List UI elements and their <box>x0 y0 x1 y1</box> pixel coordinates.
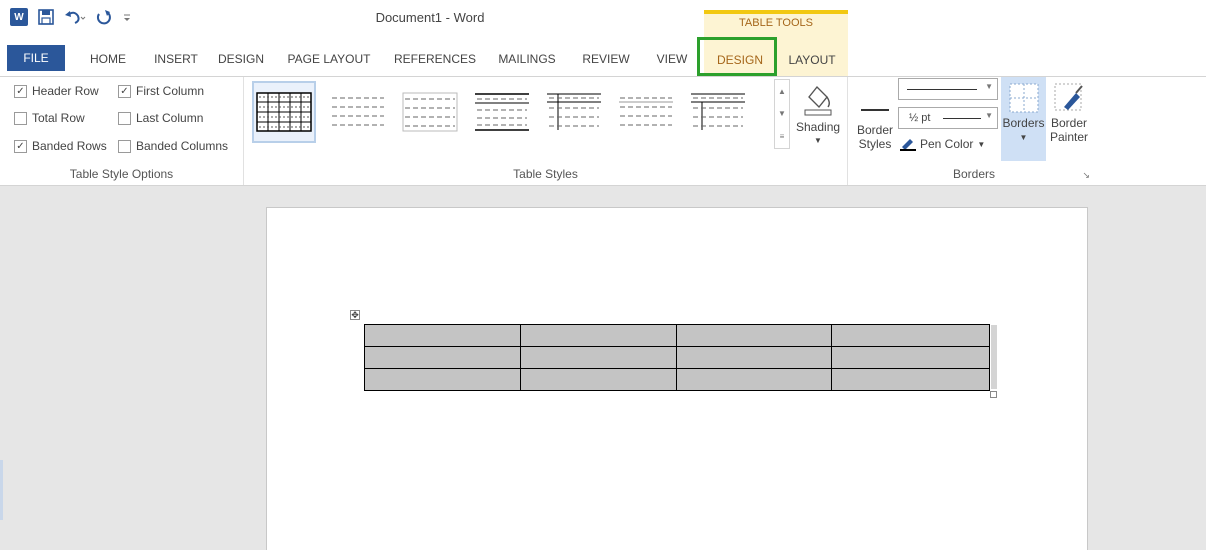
header-row-option[interactable]: ✓ Header Row <box>14 84 99 98</box>
line-style-icon <box>861 89 889 111</box>
table-cell[interactable] <box>519 324 677 347</box>
table-style-dashed-thumb[interactable] <box>614 81 678 143</box>
borders-button[interactable]: Borders ▼ <box>1001 77 1046 161</box>
pen-color-button[interactable]: Pen Color ▼ <box>900 137 985 151</box>
total-row-option[interactable]: Total Row <box>14 111 85 125</box>
tab-page-layout[interactable]: PAGE LAYOUT <box>284 46 374 72</box>
table-cell[interactable] <box>364 368 521 391</box>
borders-label: Borders <box>1002 116 1045 130</box>
banded-columns-option[interactable]: Banded Columns <box>118 139 228 153</box>
line-style-dropdown[interactable]: ▼ <box>898 78 998 100</box>
border-painter-button[interactable]: Border Painter <box>1047 77 1091 161</box>
row-end-marks <box>991 325 997 389</box>
first-column-option[interactable]: ✓ First Column <box>118 84 204 98</box>
scroll-down-icon[interactable]: ▼ <box>778 109 786 118</box>
checkbox-checked-icon[interactable]: ✓ <box>14 139 27 153</box>
option-label: Banded Rows <box>32 139 107 153</box>
table-cell[interactable] <box>675 368 833 391</box>
line-preview <box>907 89 977 90</box>
option-label: Header Row <box>32 84 99 98</box>
tab-references[interactable]: REFERENCES <box>390 46 480 72</box>
left-edge-accent <box>0 460 3 520</box>
tab-design[interactable]: DESIGN <box>213 46 269 72</box>
title-bar: W Document1 - Word TABLE TOOLS <box>0 0 1206 40</box>
table-style-options-group: ✓ Header Row Total Row ✓ Banded Rows ✓ F… <box>0 77 244 185</box>
option-label: Banded Columns <box>136 139 229 153</box>
ribbon-tabs: FILE HOME INSERT DESIGN PAGE LAYOUT REFE… <box>0 40 1206 76</box>
table-cell[interactable] <box>519 346 677 369</box>
table-cell[interactable] <box>831 368 990 391</box>
highlight-box <box>697 37 777 76</box>
group-label: Borders <box>952 167 996 181</box>
tab-insert[interactable]: INSERT <box>148 46 204 72</box>
tab-table-layout[interactable]: LAYOUT <box>776 40 848 76</box>
border-styles-label-2: Styles <box>858 137 892 151</box>
table-style-header-thumb[interactable] <box>470 81 534 143</box>
chevron-down-icon: ▼ <box>1019 133 1028 142</box>
table-style-first-column-thumb[interactable] <box>542 81 606 143</box>
table-style-plain-thumb[interactable] <box>326 81 390 143</box>
group-label: Table Styles <box>513 167 578 181</box>
option-label: First Column <box>136 84 205 98</box>
styles-gallery-scroll[interactable]: ▲ ▼ ≡ <box>774 79 790 149</box>
chevron-down-icon: ▼ <box>977 139 986 149</box>
chevron-down-icon: ▼ <box>985 82 993 91</box>
tab-review[interactable]: REVIEW <box>574 46 638 72</box>
table-cell[interactable] <box>675 346 833 369</box>
tab-view[interactable]: VIEW <box>650 46 694 72</box>
table-style-light-grid-thumb[interactable] <box>398 81 462 143</box>
checkbox-checked-icon[interactable]: ✓ <box>118 84 131 98</box>
chevron-down-icon: ▼ <box>814 136 822 145</box>
ribbon: ✓ Header Row Total Row ✓ Banded Rows ✓ F… <box>0 76 1206 186</box>
tab-mailings[interactable]: MAILINGS <box>491 46 563 72</box>
border-painter-icon <box>1054 83 1083 111</box>
table-cell[interactable] <box>519 368 677 391</box>
table-row <box>364 368 990 391</box>
tab-file[interactable]: FILE <box>7 45 65 71</box>
table-row <box>364 324 990 347</box>
table-styles-group: ▲ ▼ ≡ Shading ▼ Table Styles <box>244 77 848 185</box>
checkbox-unchecked-icon[interactable] <box>118 139 131 153</box>
borders-group: Border Styles ▼ ½ pt ▼ Pen Color ▼ Borde <box>848 77 1100 185</box>
option-label: Last Column <box>136 111 204 125</box>
line-weight-value: ½ pt <box>909 112 931 124</box>
table-cell[interactable] <box>364 346 521 369</box>
border-painter-label-2: Painter <box>1049 130 1089 144</box>
line-weight-preview <box>943 118 981 119</box>
shading-label: Shading <box>796 120 841 134</box>
pen-icon <box>900 139 916 151</box>
banded-rows-option[interactable]: ✓ Banded Rows <box>14 139 107 153</box>
table-style-grid-thumb[interactable] <box>252 81 316 143</box>
scroll-up-icon[interactable]: ▲ <box>778 87 786 96</box>
paint-bucket-icon <box>804 85 832 116</box>
pen-color-label: Pen Color <box>920 137 974 151</box>
checkbox-unchecked-icon[interactable] <box>14 111 27 125</box>
dialog-launcher-icon[interactable]: ↘ <box>1082 170 1090 181</box>
group-label: Table Style Options <box>69 167 174 181</box>
document-table[interactable] <box>364 324 990 391</box>
table-move-handle-icon[interactable]: ✥ <box>350 310 360 320</box>
checkbox-checked-icon[interactable]: ✓ <box>14 84 27 98</box>
table-cell[interactable] <box>364 324 521 347</box>
table-style-column-lines-thumb[interactable] <box>686 81 750 143</box>
border-painter-label-1: Border <box>1050 116 1088 130</box>
checkbox-unchecked-icon[interactable] <box>118 111 131 125</box>
gallery-more-icon[interactable]: ≡ <box>780 132 785 141</box>
table-row <box>364 346 990 369</box>
table-cell[interactable] <box>675 324 833 347</box>
chevron-down-icon: ▼ <box>985 111 993 120</box>
shading-button[interactable]: Shading ▼ <box>796 81 840 165</box>
table-cell[interactable] <box>831 324 990 347</box>
last-column-option[interactable]: Last Column <box>118 111 203 125</box>
line-weight-dropdown[interactable]: ½ pt ▼ <box>898 107 998 129</box>
table-tools-label: TABLE TOOLS <box>704 10 848 40</box>
border-styles-button[interactable]: Border Styles <box>854 89 896 151</box>
tab-home[interactable]: HOME <box>80 46 136 72</box>
border-styles-label-1: Border <box>856 123 894 137</box>
table-cell[interactable] <box>831 346 990 369</box>
table-resize-handle-icon[interactable] <box>990 391 997 398</box>
borders-grid-icon <box>1009 83 1038 113</box>
option-label: Total Row <box>32 111 85 125</box>
